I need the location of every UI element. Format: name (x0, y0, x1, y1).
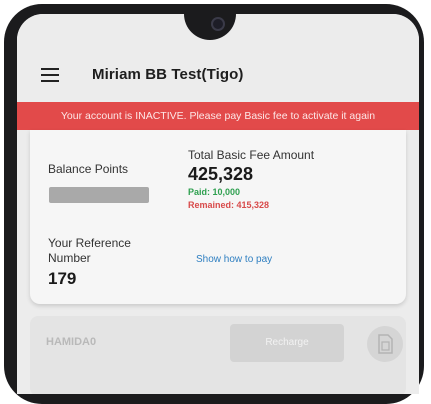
app-title: Miriam BB Test(Tigo) (92, 66, 244, 83)
balance-points-label: Balance Points (48, 162, 129, 176)
account-summary-card: Balance Points Total Basic Fee Amount 42… (30, 130, 406, 304)
menu-icon[interactable] (41, 68, 59, 82)
recharge-button[interactable]: Recharge (230, 324, 344, 362)
total-basic-fee-label: Total Basic Fee Amount (188, 148, 315, 162)
recharge-card: HAMIDA0 Recharge (30, 316, 406, 394)
total-basic-fee-value: 425,328 (188, 164, 254, 184)
show-how-to-pay-link[interactable]: Show how to pay (196, 254, 272, 265)
reference-number-value: 179 (48, 269, 77, 288)
front-camera (211, 17, 225, 31)
reference-number-label: Your Reference Number (48, 236, 131, 265)
inactive-account-banner: Your account is INACTIVE. Please pay Bas… (17, 102, 419, 130)
sim-card-icon[interactable] (367, 326, 403, 362)
reference-code: HAMIDA0 (46, 336, 97, 348)
balance-points-value-redacted (49, 187, 149, 203)
remained-amount: Remained: 415,328 (188, 200, 270, 210)
paid-amount: Paid: 10,000 (188, 187, 241, 197)
app-screen: Miriam BB Test(Tigo) Your account is INA… (17, 14, 419, 394)
phone-frame: Miriam BB Test(Tigo) Your account is INA… (4, 4, 424, 404)
